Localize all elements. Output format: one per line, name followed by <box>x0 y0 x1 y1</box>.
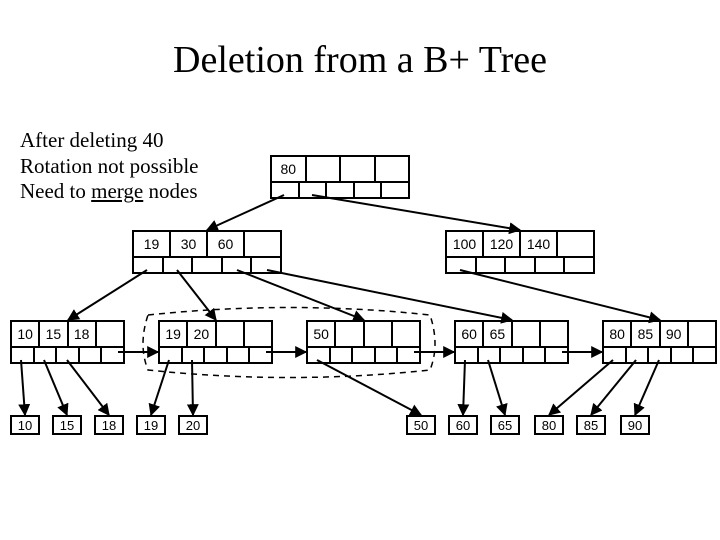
leaf-4-key-3 <box>689 322 715 346</box>
internal-right-key-3 <box>558 232 593 256</box>
leaf-2-key-1 <box>336 322 364 346</box>
leaf-4-key-1: 85 <box>632 322 660 346</box>
root-key-1 <box>307 157 342 181</box>
leaf-0-key-1: 15 <box>40 322 68 346</box>
internal-left-key-0: 19 <box>134 232 171 256</box>
data-l0-2: 18 <box>94 415 124 435</box>
leaf-4: 80 85 90 <box>602 320 717 364</box>
leaf-2-key-3 <box>393 322 419 346</box>
root-key-2 <box>341 157 376 181</box>
leaf-0-key-3 <box>97 322 123 346</box>
leaf-2: 50 <box>306 320 421 364</box>
leaf-1-key-1: 20 <box>188 322 216 346</box>
leaf-3-key-1: 65 <box>484 322 512 346</box>
internal-right-key-0: 100 <box>447 232 484 256</box>
data-l0-1: 15 <box>52 415 82 435</box>
data-l4-0: 80 <box>534 415 564 435</box>
page-title: Deletion from a B+ Tree <box>0 38 720 82</box>
data-l4-2: 90 <box>620 415 650 435</box>
data-l2-0: 50 <box>406 415 436 435</box>
leaf-4-key-0: 80 <box>604 322 632 346</box>
data-l1-1: 20 <box>178 415 208 435</box>
leaf-1-key-0: 19 <box>160 322 188 346</box>
internal-left-node: 19 30 60 <box>132 230 282 274</box>
data-l3-0: 60 <box>448 415 478 435</box>
leaf-0-key-0: 10 <box>12 322 40 346</box>
root-node: 80 <box>270 155 410 199</box>
data-l0-0: 10 <box>10 415 40 435</box>
leaf-2-key-0: 50 <box>308 322 336 346</box>
internal-right-key-1: 120 <box>484 232 521 256</box>
data-l1-0: 19 <box>136 415 166 435</box>
leaf-0: 10 15 18 <box>10 320 125 364</box>
internal-right-node: 100 120 140 <box>445 230 595 274</box>
internal-right-key-2: 140 <box>521 232 558 256</box>
leaf-3-key-0: 60 <box>456 322 484 346</box>
operation-note: After deleting 40 Rotation not possible … <box>20 128 199 205</box>
root-key-0: 80 <box>272 157 307 181</box>
leaf-1-key-2 <box>217 322 245 346</box>
note-line-2: Rotation not possible <box>20 154 199 180</box>
note-line-1: After deleting 40 <box>20 128 199 154</box>
leaf-3-key-2 <box>513 322 541 346</box>
leaf-3-key-3 <box>541 322 567 346</box>
leaf-0-key-2: 18 <box>69 322 97 346</box>
data-l4-1: 85 <box>576 415 606 435</box>
internal-left-key-2: 60 <box>208 232 245 256</box>
note-line-3: Need to merge nodes <box>20 179 199 205</box>
leaf-2-key-2 <box>365 322 393 346</box>
root-key-3 <box>376 157 409 181</box>
leaf-4-key-2: 90 <box>661 322 689 346</box>
internal-left-key-3 <box>245 232 280 256</box>
internal-left-key-1: 30 <box>171 232 208 256</box>
data-l3-1: 65 <box>490 415 520 435</box>
leaf-1: 19 20 <box>158 320 273 364</box>
leaf-1-key-3 <box>245 322 271 346</box>
leaf-3: 60 65 <box>454 320 569 364</box>
